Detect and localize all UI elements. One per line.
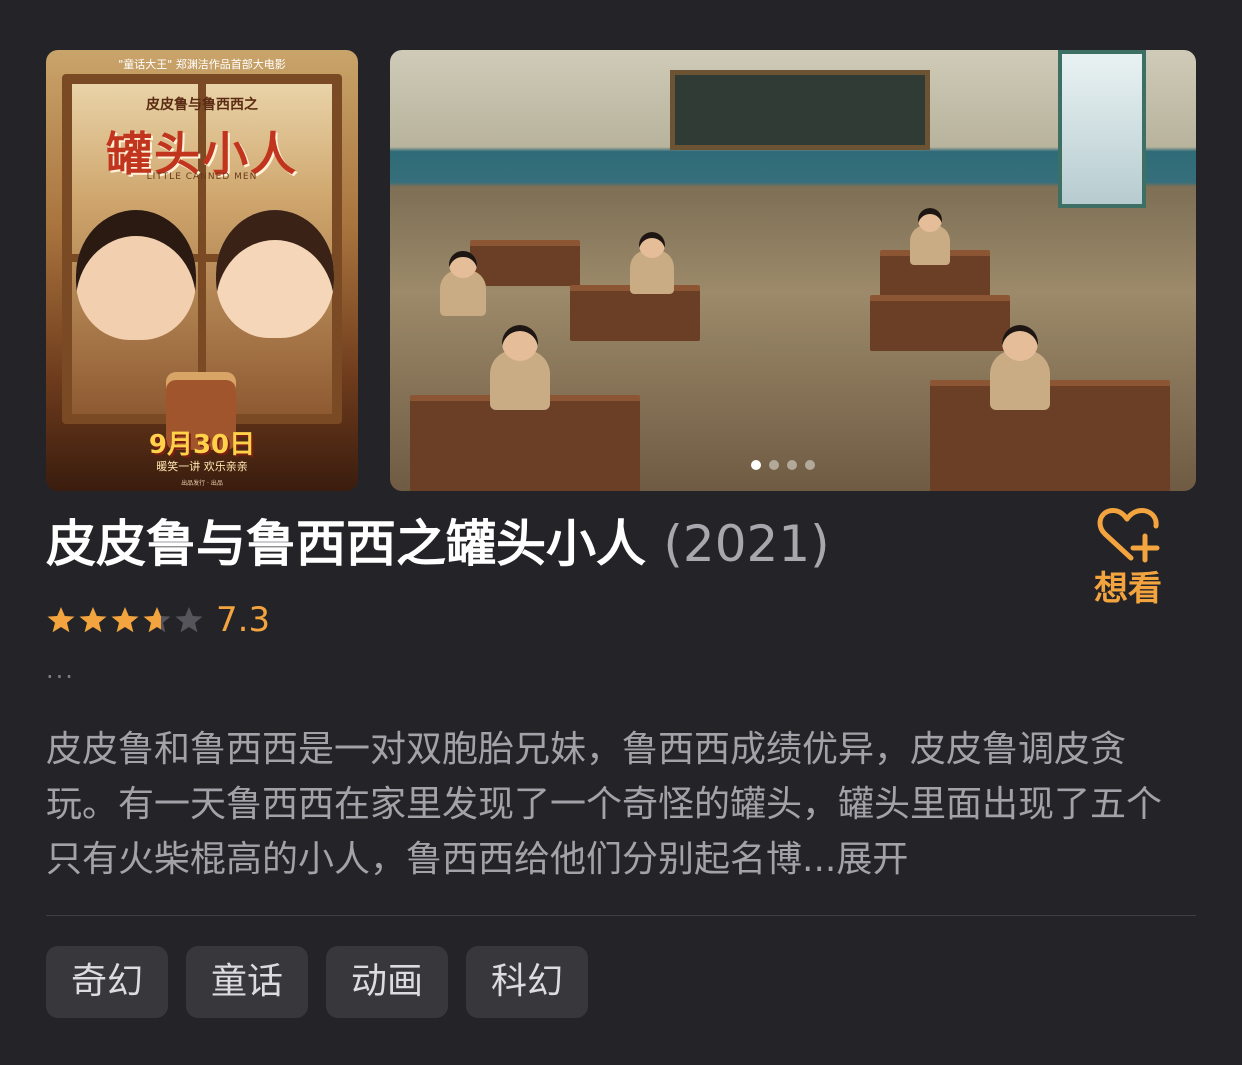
synopsis-text: 皮皮鲁和鲁西西是一对双胞胎兄妹，鲁西西成绩优异，皮皮鲁调皮贪玩。有一天鲁西西在家… — [46, 729, 1163, 880]
genre-tag[interactable]: 童话 — [186, 946, 309, 1018]
poster-boy-figure — [76, 210, 196, 340]
divider — [46, 915, 1196, 916]
still-desk — [870, 295, 1010, 351]
carousel-page-indicator[interactable] — [751, 460, 815, 470]
movie-detail-page: "童话大王" 郑渊洁作品首部大电影 皮皮鲁与鲁西西之 罐头小人 LITTLE C… — [0, 0, 1242, 1065]
want-to-watch-button[interactable]: 想看 — [1088, 506, 1168, 612]
still-student — [910, 208, 950, 265]
poster-english-title: LITTLE CANNED MEN — [146, 172, 258, 182]
movie-year: (2021) — [663, 515, 830, 573]
carousel-dot[interactable] — [769, 460, 779, 470]
carousel-dot[interactable] — [787, 460, 797, 470]
rating-score: 7.3 — [216, 600, 271, 640]
still-blackboard — [670, 70, 930, 150]
poster-top-line: "童话大王" 郑渊洁作品首部大电影 — [118, 58, 286, 71]
genre-tags: 奇幻 童话 动画 科幻 — [46, 946, 589, 1018]
rating-row: 7.3 — [46, 600, 270, 640]
still-student — [990, 324, 1050, 410]
genre-tag[interactable]: 科幻 — [466, 946, 589, 1018]
poster-credits: 出品发行 · 出品 — [181, 480, 223, 487]
carousel-dot-active[interactable] — [751, 460, 761, 470]
genre-tag[interactable]: 动画 — [326, 946, 449, 1018]
synopsis[interactable]: 皮皮鲁和鲁西西是一对双胞胎兄妹，鲁西西成绩优异，皮皮鲁调皮贪玩。有一天鲁西西在家… — [46, 722, 1196, 887]
poster-tagline: 暖笑一讲 欢乐亲亲 — [156, 460, 248, 473]
star-icon — [79, 607, 107, 633]
genre-tag[interactable]: 奇幻 — [46, 946, 169, 1018]
star-icon — [47, 607, 75, 633]
movie-poster[interactable]: "童话大王" 郑渊洁作品首部大电影 皮皮鲁与鲁西西之 罐头小人 LITTLE C… — [46, 50, 358, 491]
still-student — [440, 250, 486, 316]
star-icon — [175, 607, 203, 633]
more-info-ellipsis[interactable]: ... — [46, 656, 75, 684]
poster-release-date: 9月30日 — [148, 430, 256, 460]
poster-girl-figure — [216, 210, 334, 338]
expand-link[interactable]: 展开 — [836, 839, 908, 880]
movie-title: 皮皮鲁与鲁西西之罐头小人 (2021) — [46, 510, 830, 578]
poster-subtitle: 皮皮鲁与鲁西西之 — [146, 97, 258, 113]
rating-stars — [46, 605, 204, 635]
movie-still-carousel[interactable] — [390, 50, 1196, 491]
still-desk — [930, 380, 1170, 491]
still-student — [630, 231, 674, 294]
star-icon — [143, 607, 171, 633]
movie-title-text: 皮皮鲁与鲁西西之罐头小人 — [46, 515, 646, 573]
carousel-dot[interactable] — [805, 460, 815, 470]
star-icon — [111, 607, 139, 633]
heart-plus-icon — [1097, 508, 1160, 563]
want-to-watch-label: 想看 — [1094, 569, 1162, 609]
still-student — [490, 324, 550, 410]
still-window — [1058, 50, 1146, 208]
still-desk — [470, 240, 580, 286]
